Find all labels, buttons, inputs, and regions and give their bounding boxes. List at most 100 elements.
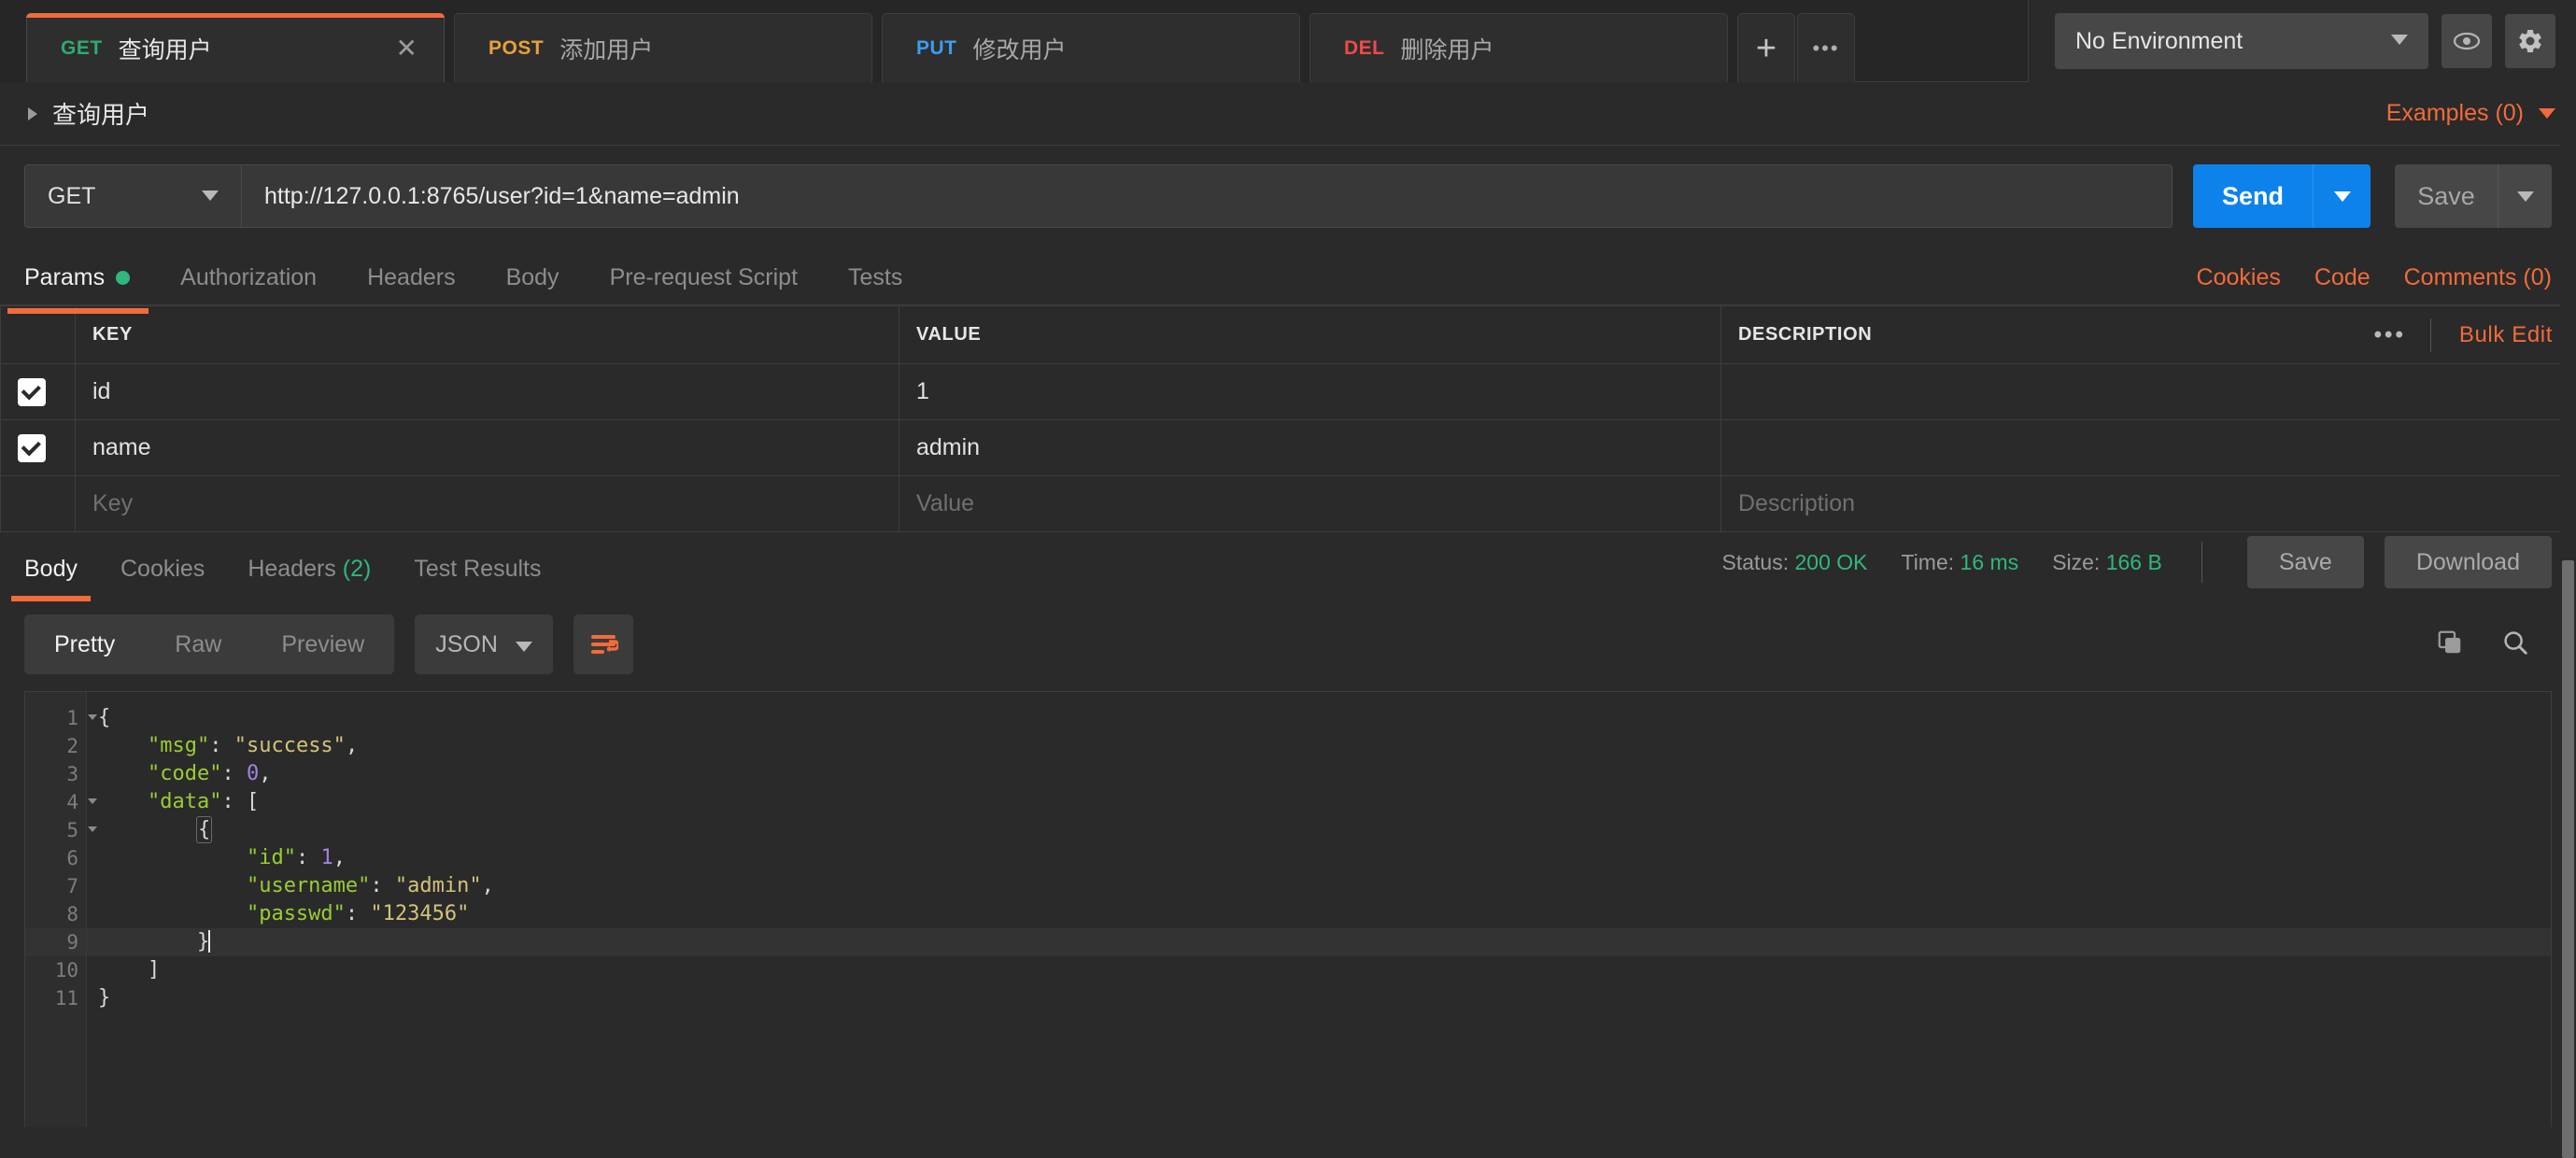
view-mode-pretty[interactable]: Pretty [24, 614, 145, 674]
url-input[interactable]: http://127.0.0.1:8765/user?id=1&name=adm… [241, 164, 2173, 228]
tab-label: Body [24, 556, 78, 582]
request-tab-headers[interactable]: Headers [367, 264, 456, 304]
tab-method-label: DEL [1344, 36, 1385, 59]
row-checkbox[interactable] [18, 434, 46, 462]
time-badge: Time: 16 ms [1902, 550, 2019, 575]
chevron-down-icon [2516, 191, 2534, 202]
settings-button[interactable] [2505, 14, 2555, 68]
param-value-cell[interactable]: admin [899, 419, 1721, 476]
response-format-label: JSON [435, 630, 498, 657]
code-line: "code": 0, [147, 762, 272, 785]
size-value: 166 B [2105, 549, 2162, 574]
line-number: 2 [66, 735, 78, 757]
response-json-code[interactable]: { "msg": "success", "code": 0, "data": [… [87, 692, 2551, 1127]
param-description-cell[interactable]: Description [1720, 475, 2576, 532]
line-number: 3 [66, 763, 78, 785]
environment-bar: No Environment [2028, 0, 2576, 82]
request-tab-bar: GET 查询用户 ✕ POST 添加用户 PUT 修改用户 DEL 删除用户 + ••• No … [0, 0, 2576, 82]
tab-label: Authorization [180, 264, 318, 290]
response-tab-cookies[interactable]: Cookies [120, 556, 205, 598]
param-key-cell[interactable]: name [75, 419, 899, 476]
new-tab-button[interactable]: + [1737, 13, 1795, 82]
request-tab-tests[interactable]: Tests [848, 264, 902, 304]
table-row[interactable]: name admin [0, 419, 2576, 476]
line-number: 9 [25, 928, 86, 956]
code-line: "msg": "success", [147, 734, 359, 757]
link-code[interactable]: Code [2314, 264, 2371, 291]
expand-triangle-icon[interactable] [28, 106, 37, 120]
param-description-cell[interactable] [1720, 363, 2576, 420]
line-number: 8 [66, 903, 78, 925]
examples-dropdown[interactable]: Examples (0) [2386, 100, 2555, 127]
page-scrollbar[interactable] [2560, 82, 2576, 1158]
environment-quick-look-button[interactable] [2442, 14, 2492, 68]
chevron-down-icon [2391, 33, 2408, 49]
save-request-button[interactable]: Save [2395, 164, 2498, 228]
request-tab-3[interactable]: PUT 修改用户 [882, 13, 1300, 82]
response-body-viewer[interactable]: 1 2 3 4 5 6 7 8 9 10 11 { "msg": "success", "code"… [24, 691, 2552, 1127]
word-wrap-toggle[interactable] [573, 614, 634, 674]
tab-options-button[interactable]: ••• [1797, 13, 1855, 82]
download-response-button[interactable]: Download [2384, 536, 2552, 588]
tab-label: Body [505, 264, 559, 290]
tab-label: Params [24, 264, 106, 290]
size-label: Size: [2052, 549, 2101, 574]
response-tab-test-results[interactable]: Test Results [414, 556, 541, 598]
param-value-text: 1 [916, 378, 929, 404]
view-mode-preview[interactable]: Preview [251, 614, 394, 674]
table-row-empty[interactable]: Key Value Description [0, 475, 2576, 532]
response-tab-headers[interactable]: Headers (2) [248, 556, 371, 598]
plus-icon: + [1755, 28, 1777, 68]
tab-method-label: GET [61, 36, 103, 59]
save-response-button[interactable]: Save [2246, 536, 2364, 588]
link-comments-[interactable]: Comments (0) [2404, 264, 2552, 291]
tab-method-label: PUT [916, 36, 957, 59]
link-cookies[interactable]: Cookies [2197, 264, 2281, 291]
search-button[interactable] [2501, 628, 2529, 661]
param-value-cell[interactable]: Value [899, 475, 1721, 532]
request-tab-authorization[interactable]: Authorization [180, 264, 317, 304]
param-value-cell[interactable]: 1 [899, 363, 1721, 420]
param-key-cell[interactable]: Key [75, 475, 899, 532]
response-tab-body[interactable]: Body [11, 556, 91, 601]
divider [2201, 542, 2202, 583]
size-badge: Size: 166 B [2052, 550, 2162, 575]
http-method-label: GET [48, 182, 96, 209]
text-cursor [208, 930, 211, 953]
request-tab-2[interactable]: POST 添加用户 [454, 13, 872, 82]
param-key-cell[interactable]: id [75, 363, 899, 420]
param-value-text: Value [916, 490, 975, 516]
param-key-text: name [92, 434, 151, 460]
copy-button[interactable] [2436, 628, 2464, 661]
params-options-button[interactable]: ••• [2350, 323, 2430, 346]
request-tab-4[interactable]: DEL 删除用户 [1309, 13, 1728, 82]
param-description-cell[interactable] [1720, 419, 2576, 476]
environment-select[interactable]: No Environment [2055, 13, 2428, 69]
value-column-header: VALUE [899, 305, 1721, 364]
response-view-toolbar: Pretty Raw Preview JSON [0, 598, 2576, 691]
table-header-row: KEY VALUE DESCRIPTION ••• Bulk Edit [0, 305, 2576, 364]
response-meta: Status: 200 OK Time: 16 ms Size: 166 B S… [1722, 536, 2552, 598]
request-tab-body[interactable]: Body [506, 264, 559, 304]
modified-indicator-dot [116, 271, 131, 285]
tab-method-label: POST [488, 36, 545, 59]
send-button[interactable]: Send [2193, 164, 2313, 228]
request-breadcrumb[interactable]: 查询用户 [28, 96, 149, 131]
view-mode-raw[interactable]: Raw [145, 614, 251, 674]
request-tab-params[interactable]: Params [7, 264, 149, 314]
chevron-down-icon [202, 189, 219, 205]
save-button-group: Save [2395, 164, 2552, 228]
response-format-select[interactable]: JSON [415, 614, 554, 674]
send-options-button[interactable] [2313, 164, 2371, 228]
scrollbar-thumb[interactable] [2562, 560, 2574, 1158]
http-method-select[interactable]: GET [24, 164, 241, 228]
close-icon[interactable]: ✕ [359, 35, 418, 62]
request-tab-1[interactable]: GET 查询用户 ✕ [26, 13, 445, 82]
table-row[interactable]: id 1 [0, 363, 2576, 420]
save-label: Save [2417, 181, 2475, 210]
tab-name-label: 查询用户 [118, 36, 212, 64]
bulk-edit-button[interactable]: Bulk Edit [2431, 322, 2558, 348]
save-options-button[interactable] [2498, 164, 2552, 228]
row-checkbox[interactable] [18, 378, 46, 406]
request-tab-pre-request-script[interactable]: Pre-request Script [610, 264, 798, 304]
